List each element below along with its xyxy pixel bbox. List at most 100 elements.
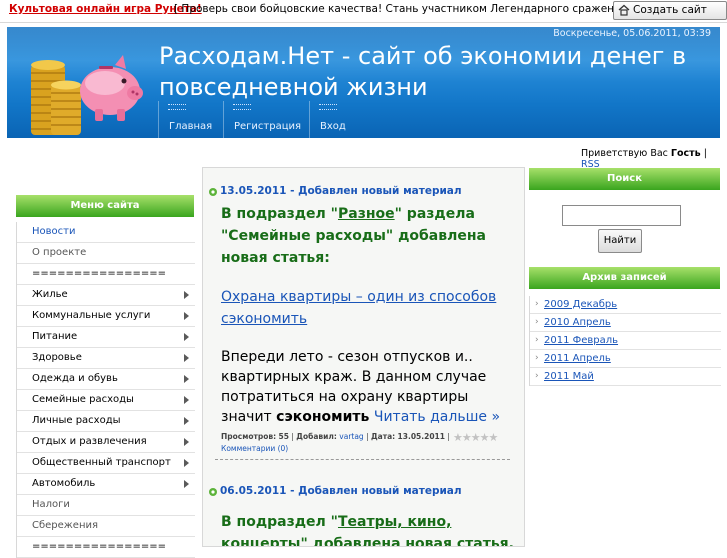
menu-item-clothing[interactable]: Одежда и обувь: [17, 369, 195, 390]
menu-item-housing[interactable]: Жилье: [17, 285, 195, 306]
home-icon: [618, 4, 630, 16]
green-bullet-icon: [209, 188, 217, 196]
submenu-arrow-icon: [184, 291, 189, 299]
post-author-link[interactable]: vartag: [339, 432, 363, 441]
star-icon: ★: [461, 431, 472, 444]
menu-item-label: Одежда и обувь: [32, 373, 118, 384]
archive-link[interactable]: 2011 Февраль: [544, 335, 618, 346]
menu-item-label: О проекте: [32, 247, 87, 258]
site-header: Воскресенье, 05.06.2011, 03:39 Расходам.…: [7, 27, 720, 138]
archive-item: › 2009 Декабрь: [530, 296, 721, 314]
archive-link[interactable]: 2011 Апрель: [544, 353, 611, 364]
submenu-arrow-icon: [184, 396, 189, 404]
search-input[interactable]: [562, 205, 681, 226]
menu-item-label: Питание: [32, 331, 78, 342]
site-menu-list: Новости О проекте ================ Жилье…: [16, 222, 195, 558]
menu-item-label: Сбережения: [32, 520, 99, 531]
greeting-divider: |: [703, 148, 707, 159]
menu-item-label: Новости: [32, 226, 76, 237]
menu-item-label: Отдых и развлечения: [32, 436, 147, 447]
create-site-button[interactable]: Создать сайт: [613, 1, 727, 20]
star-icon: ★: [470, 431, 481, 444]
rating-stars[interactable]: ★★★★★: [453, 431, 499, 444]
submenu-arrow-icon: [184, 459, 189, 467]
menu-item-label: Жилье: [32, 289, 68, 300]
greeting-user: Гость: [670, 148, 701, 159]
post-separator: [215, 459, 510, 460]
nav-item-login[interactable]: Вход: [309, 101, 360, 138]
submenu-arrow-icon: [184, 480, 189, 488]
archive-item: › 2011 Апрель: [530, 350, 721, 368]
menu-item-savings[interactable]: Сбережения: [17, 516, 195, 537]
menu-item-label: Налоги: [32, 499, 70, 510]
menu-item-car[interactable]: Автомобиль: [17, 474, 195, 495]
comments-link[interactable]: Комментарии (0): [221, 444, 288, 453]
submenu-arrow-icon: [184, 333, 189, 341]
promo-banner-text[interactable]: [ Проверь свои бойцовские качества! Стан…: [174, 3, 639, 15]
archive-link[interactable]: 2009 Декабрь: [544, 299, 617, 310]
menu-item-transport[interactable]: Общественный транспорт: [17, 453, 195, 474]
menu-item-divider[interactable]: ================: [17, 264, 195, 285]
star-icon: ★: [488, 431, 499, 444]
archive-item: › 2011 Май: [530, 368, 721, 386]
chevron-right-icon: ›: [535, 299, 539, 309]
menu-item-about[interactable]: О проекте: [17, 243, 195, 264]
site-menu-title: Меню сайта: [16, 195, 194, 217]
menu-item-label: Здоровье: [32, 352, 82, 363]
search-button[interactable]: Найти: [598, 229, 642, 253]
coin-stack-icon: [31, 60, 81, 135]
nav-item-register[interactable]: Регистрация: [223, 101, 309, 138]
promo-game-link[interactable]: Культовая онлайн игра Рунета!: [9, 3, 202, 15]
submenu-arrow-icon: [184, 438, 189, 446]
nav-item-label: Вход: [320, 121, 346, 132]
menu-item-food[interactable]: Питание: [17, 327, 195, 348]
nav-item-home[interactable]: Главная: [158, 101, 223, 138]
create-site-label: Создать сайт: [633, 4, 707, 16]
star-icon: ★: [453, 431, 463, 444]
piggy-icon: [80, 55, 143, 121]
chevron-right-icon: ›: [535, 335, 539, 345]
menu-item-personal[interactable]: Личные расходы: [17, 411, 195, 432]
post-excerpt: Впереди лето - сезон отпусков и.. кварти…: [221, 349, 501, 425]
chevron-right-icon: ›: [535, 353, 539, 363]
current-date: Воскресенье, 05.06.2011, 03:39: [553, 28, 711, 39]
menu-item-label: Общественный транспорт: [32, 457, 171, 468]
star-icon: ★: [479, 431, 490, 444]
chevron-right-icon: ›: [535, 317, 539, 327]
greeting-prefix: Приветствую Вас: [581, 148, 668, 159]
menu-item-leisure[interactable]: Отдых и развлечения: [17, 432, 195, 453]
news-feed: 13.05.2011 - Добавлен новый материал В п…: [202, 167, 525, 547]
chevron-right-icon: ›: [535, 371, 539, 381]
archive-list: › 2009 Декабрь › 2010 Апрель › 2011 Февраль…: [529, 296, 721, 386]
submenu-arrow-icon: [184, 417, 189, 425]
submenu-arrow-icon: [184, 375, 189, 383]
menu-item-news[interactable]: Новости: [17, 222, 195, 243]
archive-link[interactable]: 2010 Апрель: [544, 317, 611, 328]
piggy-bank-coins-logo: [31, 55, 143, 135]
menu-item-health[interactable]: Здоровье: [17, 348, 195, 369]
post-date-link[interactable]: 13.05.2011 - Добавлен новый материал: [220, 185, 462, 197]
menu-item-label: ================: [32, 541, 167, 552]
menu-item-divider[interactable]: ================: [17, 537, 195, 558]
post-date-link[interactable]: 06.05.2011 - Добавлен новый материал: [220, 485, 462, 497]
submenu-arrow-icon: [184, 354, 189, 362]
menu-item-label: ================: [32, 268, 167, 279]
archive-link[interactable]: 2011 Май: [544, 371, 594, 382]
menu-item-label: Личные расходы: [32, 415, 121, 426]
site-title: Расходам.Нет - сайт об экономии денег в …: [159, 42, 687, 101]
archive-item: › 2010 Апрель: [530, 314, 721, 332]
menu-item-taxes[interactable]: Налоги: [17, 495, 195, 516]
post-excerpt-bold: сэкономить: [276, 409, 370, 425]
read-more-link[interactable]: Читать дальше »: [374, 409, 500, 425]
submenu-arrow-icon: [184, 312, 189, 320]
menu-item-label: Автомобиль: [32, 478, 96, 489]
green-bullet-icon: [209, 488, 217, 496]
nav-item-label: Регистрация: [234, 121, 302, 132]
menu-item-family[interactable]: Семейные расходы: [17, 390, 195, 411]
article-link[interactable]: Охрана квартиры – один из способов сэкон…: [221, 286, 521, 330]
menu-item-utilities[interactable]: Коммунальные услуги: [17, 306, 195, 327]
post-subsection-link[interactable]: Разное: [338, 206, 395, 222]
nav-item-label: Главная: [169, 121, 213, 132]
post-heading: В подраздел "Разное" раздела "Семейные р…: [221, 206, 486, 266]
greeting: Приветствую Вас Гость | RSS: [581, 148, 727, 170]
